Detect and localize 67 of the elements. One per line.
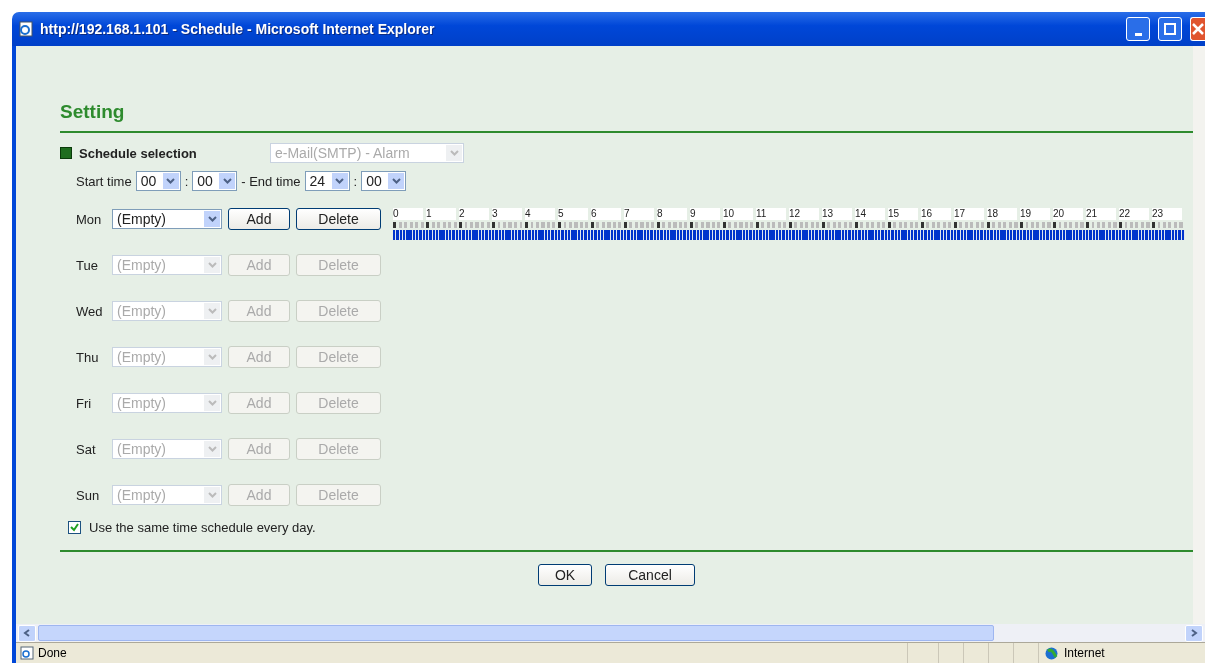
hour-label: 6 xyxy=(591,208,621,220)
hour-label: 14 xyxy=(855,208,885,220)
dropdown[interactable]: 00 xyxy=(192,171,238,191)
hour-label: 1 xyxy=(426,208,456,220)
hour-label: 11 xyxy=(756,208,786,220)
hour-label: 3 xyxy=(492,208,522,220)
hour-label: 17 xyxy=(954,208,984,220)
hour-label: 0 xyxy=(393,208,423,220)
globe-icon xyxy=(1045,646,1058,660)
scroll-left-icon xyxy=(23,629,31,637)
document-icon xyxy=(18,21,34,37)
dialog-button[interactable]: OK xyxy=(538,564,592,586)
maximize-button[interactable] xyxy=(1158,17,1182,41)
hour-label: 8 xyxy=(657,208,687,220)
hour-label: 5 xyxy=(558,208,588,220)
day-label: Sat xyxy=(75,441,97,457)
day-label: Thu xyxy=(75,349,100,365)
dropdown[interactable]: (Empty) xyxy=(112,209,222,229)
hour-label: 7 xyxy=(624,208,654,220)
day-label: Fri xyxy=(75,395,93,411)
hour-label: 21 xyxy=(1086,208,1116,220)
day-label: Tue xyxy=(75,257,99,273)
dropdown[interactable]: 24 xyxy=(304,171,350,191)
scroll-right-icon xyxy=(1190,629,1198,637)
close-icon xyxy=(1192,23,1204,35)
checkbox-label: Use the same time schedule every day. xyxy=(89,520,316,535)
section-heading: Setting xyxy=(60,101,126,123)
status-text: Done xyxy=(38,646,68,660)
dropdown[interactable]: 00 xyxy=(361,171,407,191)
hour-label: 20 xyxy=(1053,208,1083,220)
field-label: - End time xyxy=(241,173,301,189)
minimize-button[interactable] xyxy=(1126,17,1150,41)
window-title: http://192.168.1.101 - Schedule - Microsoft Internet Explorer xyxy=(40,21,436,37)
minimize-icon xyxy=(1134,32,1142,36)
hour-label: 13 xyxy=(822,208,852,220)
vertical-scrollbar[interactable] xyxy=(1193,46,1205,624)
dropdown[interactable]: 00 xyxy=(135,171,181,191)
day-label: Wed xyxy=(75,303,104,319)
field-label: Start time xyxy=(76,173,132,189)
square-bullet-icon xyxy=(60,147,72,159)
hour-label: 16 xyxy=(921,208,951,220)
hour-label: 2 xyxy=(459,208,489,220)
close-button[interactable] xyxy=(1190,17,1205,41)
hour-label: 12 xyxy=(789,208,819,220)
hour-label: 10 xyxy=(723,208,753,220)
checkbox[interactable] xyxy=(68,521,81,534)
separator: : xyxy=(353,173,358,189)
day-label: Mon xyxy=(75,211,103,227)
check-icon xyxy=(70,523,79,532)
hour-label: 15 xyxy=(888,208,918,220)
add-button[interactable]: Add xyxy=(228,208,290,230)
hour-label: 22 xyxy=(1119,208,1149,220)
zone-text: Internet xyxy=(1064,646,1105,660)
dialog-button[interactable]: Cancel xyxy=(605,564,695,586)
day-label: Sun xyxy=(75,487,101,503)
maximize-icon xyxy=(1164,23,1176,35)
hour-label: 9 xyxy=(690,208,720,220)
separator: : xyxy=(184,173,189,189)
hour-label: 19 xyxy=(1020,208,1050,220)
hour-label: 18 xyxy=(987,208,1017,220)
page-icon xyxy=(20,646,34,660)
field-label: Schedule selection xyxy=(79,145,197,161)
scroll-thumb[interactable] xyxy=(38,625,994,641)
delete-button[interactable]: Delete xyxy=(296,208,381,230)
hour-label: 4 xyxy=(525,208,555,220)
horizontal-scrollbar[interactable] xyxy=(16,624,1205,642)
hour-label: 23 xyxy=(1152,208,1182,220)
